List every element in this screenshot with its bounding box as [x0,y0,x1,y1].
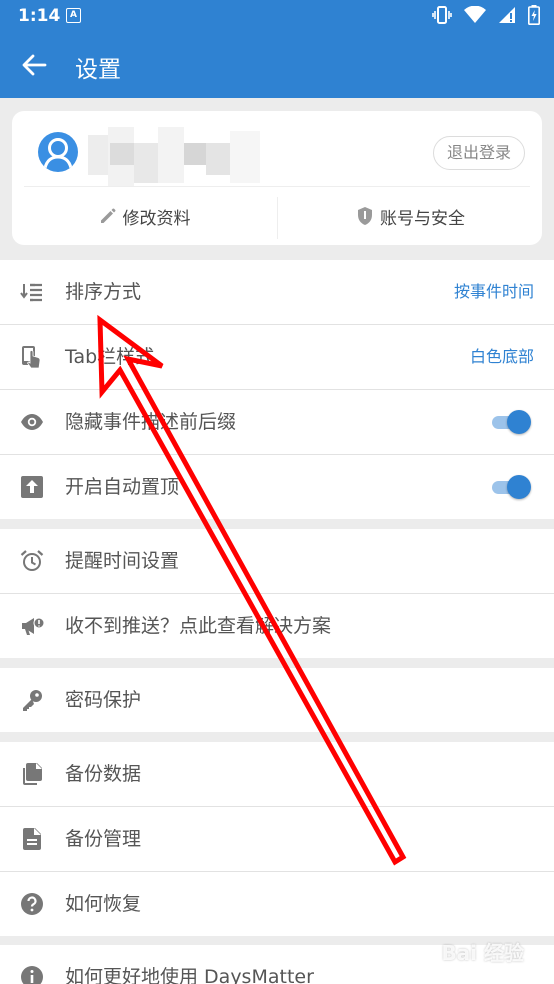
upload-box-icon [21,476,43,498]
setting-label: 开启自动置顶 [65,476,180,498]
logout-button[interactable]: 退出登录 [433,136,525,170]
setting-label: 备份管理 [65,828,142,850]
setting-sort-order[interactable]: 排序方式 按事件时间 [0,260,554,325]
setting-label: 密码保护 [65,689,142,711]
megaphone-icon [22,617,44,635]
setting-label: 如何更好地使用 DaysMatter [65,966,314,984]
vibrate-icon [432,6,452,24]
touch-phone-icon [22,346,41,369]
setting-label: 如何恢复 [65,893,142,915]
user-avatar-icon [43,138,73,169]
tab-style-value: 白色底部 [469,347,534,366]
baidu-watermark: Bai 经验 [441,941,524,965]
document-icon [23,828,41,850]
wifi-icon [464,6,486,23]
setting-label: 隐藏事件描述前后缀 [65,411,237,433]
setting-auto-top[interactable]: 开启自动置顶 [0,455,554,519]
setting-label: 备份数据 [65,763,142,785]
app-bar: 设置 [0,32,554,98]
signal-icon [499,7,515,23]
pencil-icon [100,208,115,223]
help-circle-icon [21,893,43,915]
shield-icon [358,207,372,225]
backup-settings-group: 备份数据 备份管理 如何恢复 [0,742,554,936]
setting-label: Tab栏样式 [65,346,155,368]
auto-top-toggle[interactable] [490,475,531,499]
setting-backup-manage[interactable]: 备份管理 [0,807,554,872]
page-title: 设置 [75,57,121,83]
avatar[interactable] [38,132,78,172]
setting-password-protection[interactable]: 密码保护 [0,668,554,732]
notification-icon: A [66,8,81,23]
eye-icon [21,414,43,430]
account-security-label: 账号与安全 [380,208,465,229]
account-security-button[interactable]: 账号与安全 [278,187,543,245]
sort-order-value: 按事件时间 [453,282,534,301]
setting-label: 排序方式 [65,281,142,303]
copy-files-icon [23,763,42,785]
setting-backup-data[interactable]: 备份数据 [0,742,554,807]
hide-affix-toggle[interactable] [490,410,531,434]
setting-reminder-time[interactable]: 提醒时间设置 [0,529,554,594]
toggle-thumb [507,410,531,434]
toggle-thumb [507,475,531,499]
username-blurred [88,127,284,187]
sort-list-icon [20,283,42,302]
back-arrow-icon[interactable] [20,51,48,79]
setting-tab-style[interactable]: Tab栏样式 白色底部 [0,325,554,390]
edit-profile-button[interactable]: 修改资料 [12,187,277,245]
setting-label: 提醒时间设置 [65,550,180,572]
reminder-settings-group: 提醒时间设置 收不到推送？点此查看解决方案 [0,529,554,658]
setting-restore-help[interactable]: 如何恢复 [0,872,554,936]
status-bar: 1:14 A [0,0,554,32]
alarm-clock-icon [20,550,44,571]
battery-icon [528,5,540,25]
setting-push-help[interactable]: 收不到推送？点此查看解决方案 [0,594,554,658]
setting-hide-affix[interactable]: 隐藏事件描述前后缀 [0,390,554,455]
security-settings-group: 密码保护 [0,668,554,732]
info-circle-icon [21,966,43,984]
account-card: 退出登录 修改资料 账号与安全 [12,111,542,245]
system-icons [432,5,540,25]
display-settings-group: 排序方式 按事件时间 Tab栏样式 白色底部 隐藏事件描述前后缀 开启自动置顶 [0,260,554,519]
setting-label: 收不到推送？点此查看解决方案 [65,615,332,637]
status-time: 1:14 [18,6,61,26]
edit-profile-label: 修改资料 [122,208,191,229]
key-icon [23,690,42,711]
